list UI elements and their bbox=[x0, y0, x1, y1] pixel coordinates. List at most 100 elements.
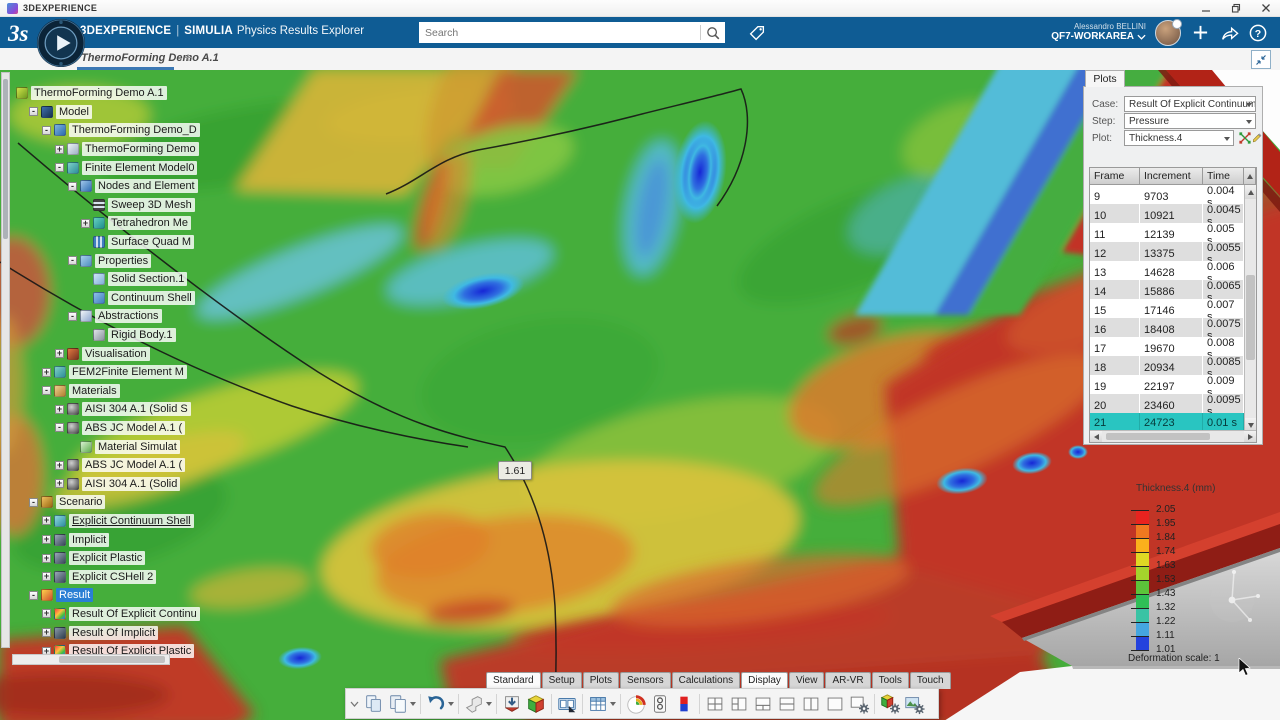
ribbon-tab-view[interactable]: View bbox=[789, 672, 825, 689]
tag-icon[interactable] bbox=[745, 21, 768, 44]
tree-item[interactable]: -Finite Element Model0 bbox=[12, 158, 170, 177]
image-gear-icon[interactable] bbox=[902, 691, 926, 717]
tree-item[interactable]: +AISI 304 A.1 (Solid bbox=[12, 474, 170, 493]
collapse-expander-icon[interactable]: - bbox=[42, 386, 51, 395]
ribbon-tab-ar-vr[interactable]: AR-VR bbox=[825, 672, 870, 689]
expand-expander-icon[interactable]: + bbox=[55, 405, 64, 414]
column-header-frame[interactable]: Frame bbox=[1090, 168, 1140, 185]
ribbon-tab-standard[interactable]: Standard bbox=[486, 672, 541, 689]
collapse-expander-icon[interactable]: - bbox=[29, 498, 38, 507]
tree-item[interactable]: +Explicit Continuum Shell bbox=[12, 512, 170, 531]
tree-item[interactable]: +Implicit bbox=[12, 530, 170, 549]
expand-expander-icon[interactable]: + bbox=[42, 628, 51, 637]
avatar[interactable] bbox=[1155, 20, 1181, 46]
table-scroll-up-icon[interactable] bbox=[1245, 185, 1256, 199]
table-row[interactable]: 12133750.0055 s bbox=[1090, 242, 1244, 261]
table-scroll-left-icon[interactable] bbox=[1090, 431, 1102, 442]
part-icon[interactable] bbox=[462, 691, 493, 717]
import-icon[interactable] bbox=[500, 691, 524, 717]
edit-plot-icon[interactable] bbox=[1252, 130, 1262, 145]
layout-h-split-icon[interactable] bbox=[775, 691, 799, 717]
expand-expander-icon[interactable]: + bbox=[55, 479, 64, 488]
tree-item[interactable]: +Explicit CSHell 2 bbox=[12, 567, 170, 586]
color-cube-icon[interactable] bbox=[524, 691, 548, 717]
collapse-expander-icon[interactable]: - bbox=[29, 107, 38, 116]
collapse-expander-icon[interactable]: - bbox=[68, 312, 77, 321]
table-row[interactable]: 19221970.009 s bbox=[1090, 375, 1244, 394]
toolbar-overflow-icon[interactable] bbox=[350, 700, 359, 708]
layout-v-split-icon[interactable] bbox=[799, 691, 823, 717]
table-vertical-scrollbar[interactable] bbox=[1244, 185, 1256, 432]
add-content-icon[interactable] bbox=[1190, 23, 1210, 43]
tree-item[interactable]: ThermoForming Demo A.1 bbox=[12, 84, 170, 103]
ribbon-tab-setup[interactable]: Setup bbox=[542, 672, 582, 689]
ribbon-tab-sensors[interactable]: Sensors bbox=[620, 672, 671, 689]
share-icon[interactable] bbox=[1219, 23, 1239, 43]
tree-item[interactable]: Solid Section.1 bbox=[12, 270, 170, 289]
ribbon-tab-touch[interactable]: Touch bbox=[910, 672, 951, 689]
tree-item[interactable]: +AISI 304 A.1 (Solid S bbox=[12, 400, 170, 419]
search-box[interactable] bbox=[419, 22, 725, 43]
tree-item[interactable]: Sweep 3D Mesh bbox=[12, 196, 170, 215]
plot-options-icon[interactable] bbox=[1237, 130, 1252, 145]
help-icon[interactable]: ? bbox=[1248, 23, 1268, 43]
table-row[interactable]: 13146280.006 s bbox=[1090, 261, 1244, 280]
collapse-expander-icon[interactable]: - bbox=[68, 182, 77, 191]
collapse-expander-icon[interactable]: - bbox=[55, 423, 64, 432]
expand-expander-icon[interactable]: + bbox=[42, 368, 51, 377]
ribbon-tab-display[interactable]: Display bbox=[741, 672, 788, 689]
table-row[interactable]: 20234600.0095 s bbox=[1090, 394, 1244, 413]
collapse-expander-icon[interactable]: - bbox=[29, 591, 38, 600]
table-scroll-top-icon[interactable] bbox=[1244, 168, 1256, 185]
compass-icon[interactable] bbox=[36, 18, 86, 73]
cube-gear-icon[interactable] bbox=[878, 691, 902, 717]
expand-expander-icon[interactable]: + bbox=[55, 145, 64, 154]
case-select[interactable]: Result Of Explicit Continuum Shell bbox=[1124, 96, 1256, 112]
tree-hscroll-thumb[interactable] bbox=[59, 656, 165, 663]
tree-item[interactable]: -ABS JC Model A.1 ( bbox=[12, 419, 170, 438]
ribbon-tab-tools[interactable]: Tools bbox=[872, 672, 909, 689]
column-header-time[interactable]: Time bbox=[1203, 168, 1244, 185]
red-blue-bar-icon[interactable] bbox=[672, 691, 696, 717]
search-input[interactable] bbox=[419, 27, 700, 39]
contour-rings-icon[interactable] bbox=[624, 691, 648, 717]
table-row[interactable]: 14158860.0065 s bbox=[1090, 280, 1244, 299]
expand-expander-icon[interactable]: + bbox=[55, 349, 64, 358]
data-table-icon[interactable] bbox=[586, 691, 617, 717]
tree-item[interactable]: +ThermoForming Demo bbox=[12, 140, 170, 159]
tree-item[interactable]: -Properties bbox=[12, 251, 170, 270]
step-select[interactable]: Pressure bbox=[1124, 113, 1256, 129]
expand-expander-icon[interactable]: + bbox=[42, 609, 51, 618]
tab-thermoforming-demo[interactable]: ThermoForming Demo A.1 bbox=[78, 48, 222, 67]
table-row[interactable]: 18209340.0085 s bbox=[1090, 356, 1244, 375]
tree-item[interactable]: Material Simulat bbox=[12, 437, 170, 456]
expand-expander-icon[interactable]: + bbox=[42, 554, 51, 563]
maximize-button[interactable] bbox=[1229, 2, 1243, 14]
tree-item[interactable]: -Model bbox=[12, 103, 170, 122]
plots-panel-tab[interactable]: Plots bbox=[1085, 70, 1125, 87]
collapse-expander-icon[interactable]: - bbox=[55, 163, 64, 172]
paste-icon[interactable] bbox=[386, 691, 417, 717]
tree-horizontal-scrollbar[interactable] bbox=[12, 654, 170, 665]
collapse-panel-icon[interactable] bbox=[1251, 50, 1271, 69]
tree-item[interactable]: +Result Of Implicit bbox=[12, 623, 170, 642]
copy-icon[interactable] bbox=[362, 691, 386, 717]
table-row[interactable]: 17196700.008 s bbox=[1090, 337, 1244, 356]
frames-icon[interactable] bbox=[555, 691, 579, 717]
tree-item[interactable]: -Materials bbox=[12, 382, 170, 401]
expand-expander-icon[interactable]: + bbox=[55, 461, 64, 470]
table-horizontal-scrollbar[interactable] bbox=[1090, 430, 1256, 442]
table-row[interactable]: 997030.004 s bbox=[1090, 185, 1244, 204]
tree-item[interactable]: Rigid Body.1 bbox=[12, 326, 170, 345]
tree-vscroll-thumb[interactable] bbox=[3, 79, 8, 239]
plot-select[interactable]: Thickness.4 bbox=[1124, 130, 1234, 146]
tree-vertical-scrollbar[interactable] bbox=[1, 72, 10, 648]
ribbon-tab-calculations[interactable]: Calculations bbox=[672, 672, 740, 689]
minimize-button[interactable] bbox=[1199, 2, 1213, 14]
table-hscroll-thumb[interactable] bbox=[1106, 433, 1210, 440]
new-tab-button[interactable]: + bbox=[184, 49, 192, 65]
tree-item[interactable]: -Scenario bbox=[12, 493, 170, 512]
collapse-expander-icon[interactable]: - bbox=[68, 256, 77, 265]
layout-gear-icon[interactable] bbox=[847, 691, 871, 717]
layout-quad-icon[interactable] bbox=[703, 691, 727, 717]
